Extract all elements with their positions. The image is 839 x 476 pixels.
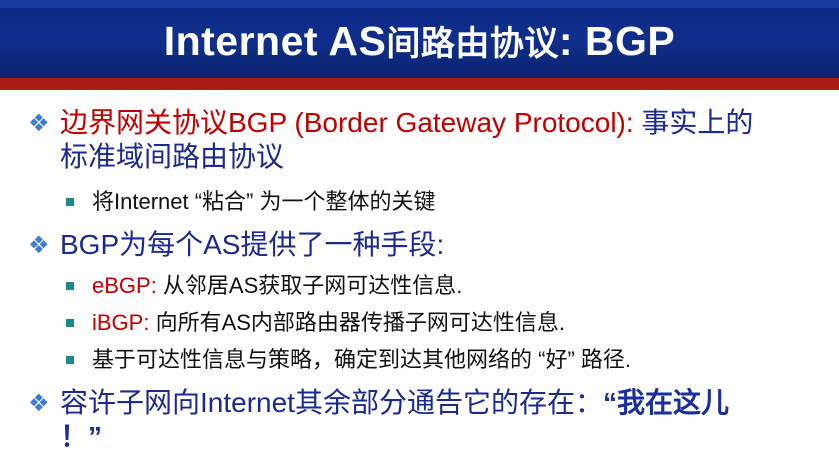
subbullet-ebgp: eBGP: 从邻居AS获取子网可达性信息. bbox=[66, 272, 826, 300]
square-bullet-icon bbox=[66, 356, 74, 364]
square-bullet-icon bbox=[66, 282, 74, 290]
ibgp-description: 向所有AS内部路由器传播子网可达性信息. bbox=[149, 310, 566, 335]
square-bullet-icon bbox=[66, 319, 74, 327]
subbullet-glue: 将Internet “粘合” 为一个整体的关键 bbox=[66, 188, 826, 216]
bullet-bgp-means-text: BGP为每个AS提供了一种手段: bbox=[60, 229, 445, 260]
bullet-advertise: ❖ 容许子网向Internet其余部分通告它的存在：“我在这儿 ！” bbox=[28, 386, 828, 454]
subbullet-ibgp-text: iBGP: 向所有AS内部路由器传播子网可达性信息. bbox=[66, 309, 826, 337]
subbullet-policy-text: 基于可达性信息与策略，确定到达其他网络的 “好” 路径. bbox=[92, 347, 631, 372]
bullet-bgp-definition: ❖ 边界网关协议BGP (Border Gateway Protocol): 事… bbox=[28, 106, 828, 174]
subbullet-ibgp: iBGP: 向所有AS内部路由器传播子网可达性信息. bbox=[66, 309, 826, 337]
i-am-here-line1: “我在这儿 bbox=[602, 387, 729, 418]
ebgp-label: eBGP: bbox=[92, 273, 157, 298]
advertise-text: 容许子网向Internet其余部分通告它的存在： bbox=[60, 387, 603, 418]
title-part-2: 间路由协议 bbox=[386, 25, 559, 63]
i-am-here-line2: ！” bbox=[60, 421, 103, 452]
subbullet-policy: 基于可达性信息与策略，确定到达其他网络的 “好” 路径. bbox=[66, 346, 826, 374]
title-part-3: : BGP bbox=[558, 18, 676, 64]
diamond-bullet-icon: ❖ bbox=[28, 390, 50, 417]
bullet-advertise-text: 容许子网向Internet其余部分通告它的存在：“我在这儿 ！” bbox=[28, 386, 828, 454]
diamond-bullet-icon: ❖ bbox=[28, 110, 50, 137]
title-divider-stripe bbox=[0, 78, 839, 90]
title-bar: Internet AS间路由协议: BGP bbox=[0, 0, 839, 78]
title-bar-highlight bbox=[0, 0, 839, 8]
ibgp-label: iBGP: bbox=[92, 310, 150, 335]
bgp-full-name: 边界网关协议BGP (Border Gateway Protocol): bbox=[60, 107, 634, 138]
title-part-1: Internet AS bbox=[163, 18, 387, 64]
slide-title: Internet AS间路由协议: BGP bbox=[0, 16, 839, 65]
subbullet-ebgp-text: eBGP: 从邻居AS获取子网可达性信息. bbox=[66, 272, 826, 300]
bullet-bgp-definition-text: 边界网关协议BGP (Border Gateway Protocol): 事实上… bbox=[28, 106, 828, 174]
bullet-bgp-means: ❖ BGP为每个AS提供了一种手段: bbox=[28, 228, 828, 262]
diamond-bullet-icon: ❖ bbox=[28, 232, 50, 259]
bgp-definition-line2: 标准域间路由协议 bbox=[60, 141, 285, 172]
ebgp-description: 从邻居AS获取子网可达性信息. bbox=[156, 273, 463, 298]
bgp-definition-line1: 事实上的 bbox=[633, 107, 754, 138]
square-bullet-icon bbox=[66, 198, 74, 206]
subbullet-glue-text: 将Internet “粘合” 为一个整体的关键 bbox=[92, 189, 436, 214]
